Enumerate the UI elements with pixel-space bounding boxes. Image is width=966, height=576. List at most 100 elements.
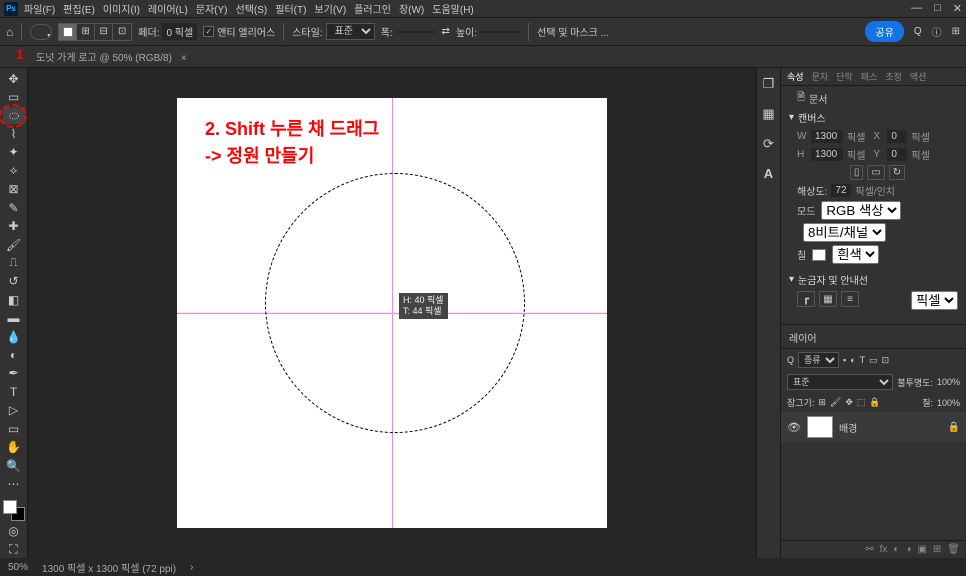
antialias-checkbox[interactable]: ✓ (203, 26, 214, 37)
wand-tool[interactable]: ✦ (3, 144, 25, 161)
opacity-value[interactable]: 100% (937, 377, 960, 387)
group-icon[interactable]: ▣ (917, 544, 926, 555)
marquee-tool[interactable]: ▭ (3, 88, 25, 105)
canvas-area[interactable]: H: 40 픽셀 T: 44 픽셀 2. Shift 누른 채 드래그 -> 정… (28, 68, 756, 558)
layer-name[interactable]: 배경 (839, 420, 857, 435)
dodge-tool[interactable]: ◐ (3, 346, 25, 363)
fill-select[interactable]: 흰색 (832, 245, 879, 264)
home-button[interactable]: ⌂ (6, 25, 13, 39)
screenmode-tool[interactable]: ⛶ (3, 540, 25, 557)
adj-layer-icon[interactable]: ◑ (905, 544, 911, 555)
y-value[interactable]: 0 (887, 148, 907, 161)
brush-tool[interactable]: 🖌 (3, 236, 25, 253)
rotate-icon[interactable]: ↻ (889, 165, 905, 180)
width-value[interactable]: 1300 (811, 130, 843, 143)
visibility-icon[interactable]: 👁 (787, 421, 801, 434)
pen-tool[interactable]: ✒ (3, 365, 25, 382)
filter-adj-icon[interactable]: ◐ (850, 355, 855, 365)
sel-new[interactable] (59, 24, 77, 40)
filter-kind-select[interactable]: 종류 (798, 352, 839, 368)
delete-icon[interactable]: 🗑 (947, 544, 960, 555)
layer-thumbnail[interactable] (807, 416, 833, 438)
lock-pixel-icon[interactable]: 🖌 (830, 397, 841, 408)
select-mask-button[interactable]: 선택 및 마스크 ... (537, 24, 609, 39)
link-icon[interactable]: ⚯ (865, 544, 873, 555)
style-select[interactable]: 표준 (326, 23, 375, 40)
stamp-tool[interactable]: ⎍ (3, 254, 25, 271)
quickmask-tool[interactable]: ◎ (3, 522, 25, 539)
crop-tool[interactable]: ⟡ (3, 162, 25, 179)
tab-close-icon[interactable]: × (181, 53, 187, 64)
menu-image[interactable]: 이미지(I) (103, 1, 140, 16)
workspace-icon[interactable]: ⊞ (952, 26, 960, 37)
character-panel-icon[interactable]: A (764, 166, 773, 181)
rulers-icon[interactable]: ┏ (797, 291, 815, 307)
filter-smart-icon[interactable]: ⊡ (882, 355, 890, 366)
lock-nest-icon[interactable]: ⬚ (857, 397, 866, 408)
layers-tab[interactable]: 레이어 (781, 327, 966, 349)
maximize-button[interactable]: □ (934, 2, 941, 15)
menu-select[interactable]: 선택(S) (236, 1, 268, 16)
bit-depth-select[interactable]: 8비트/채널 (803, 223, 886, 242)
lock-icon[interactable]: 🔒 (948, 422, 960, 433)
new-layer-icon[interactable]: ⊞ (933, 544, 941, 555)
height-value[interactable]: 1300 (811, 148, 843, 161)
minimize-button[interactable]: — (911, 2, 922, 15)
zoom-value[interactable]: 50% (8, 562, 28, 573)
document-tab[interactable]: 도넛 가게 로고 @ 50% (RGB/8) × (28, 46, 195, 67)
layer-row[interactable]: 👁 배경 🔒 (781, 412, 966, 442)
canvas[interactable]: H: 40 픽셀 T: 44 픽셀 2. Shift 누른 채 드래그 -> 정… (177, 98, 607, 528)
orient-portrait-icon[interactable]: ▯ (850, 165, 864, 180)
shape-tool[interactable]: ▭ (3, 420, 25, 437)
height-input[interactable] (480, 31, 520, 33)
filter-shape-icon[interactable]: ▭ (869, 355, 878, 366)
res-value[interactable]: 72 (831, 184, 851, 197)
eraser-tool[interactable]: ◧ (3, 291, 25, 308)
sel-add[interactable]: ⊞ (77, 24, 95, 40)
heal-tool[interactable]: ✚ (3, 217, 25, 234)
frame-tool[interactable]: ⊠ (3, 181, 25, 198)
doc-info[interactable]: 1300 픽셀 x 1300 픽셀 (72 ppi) (42, 560, 176, 575)
gradient-tool[interactable]: ▬ (3, 309, 25, 326)
fx-icon[interactable]: fx (880, 544, 888, 555)
color-panel-icon[interactable]: ❐ (763, 76, 775, 92)
type-tool[interactable]: T (3, 383, 25, 400)
sel-subtract[interactable]: ⊟ (95, 24, 113, 40)
menu-view[interactable]: 보기(V) (314, 1, 346, 16)
ruler-unit-select[interactable]: 픽셀 (911, 291, 958, 310)
hand-tool[interactable]: ✋ (3, 438, 25, 455)
color-swatches[interactable] (3, 500, 25, 521)
ellipse-marquee-tool[interactable] (3, 107, 25, 124)
tab-character[interactable]: 문자 (812, 70, 829, 83)
fg-swatch[interactable] (3, 500, 17, 514)
fill-opacity-value[interactable]: 100% (937, 398, 960, 408)
menu-file[interactable]: 파일(F) (24, 1, 55, 16)
width-input[interactable] (396, 31, 436, 33)
share-button[interactable]: 공유 (865, 21, 903, 42)
grid-icon[interactable]: ▦ (819, 291, 837, 307)
rulers-section-toggle[interactable]: ▾눈금자 및 안내선 (789, 272, 958, 287)
tool-preset-icon[interactable]: ▾ (30, 24, 52, 40)
swatches-panel-icon[interactable]: ▦ (762, 106, 774, 122)
menu-help[interactable]: 도움말(H) (432, 1, 473, 16)
fill-swatch[interactable] (812, 249, 826, 261)
help-icon[interactable]: ⓘ (932, 24, 942, 39)
menu-layer[interactable]: 레이어(L) (148, 1, 188, 16)
search-icon[interactable]: Q (914, 26, 922, 37)
blend-mode-select[interactable]: 표준 (787, 374, 893, 390)
edit-toolbar[interactable]: ⋯ (3, 475, 25, 492)
canvas-section-toggle[interactable]: ▾캔버스 (789, 110, 958, 125)
color-mode-select[interactable]: RGB 색상 (821, 201, 901, 220)
sel-intersect[interactable]: ⊡ (113, 24, 131, 40)
filter-pixel-icon[interactable]: ▪ (843, 355, 846, 365)
close-button[interactable]: ✕ (953, 2, 962, 15)
tab-actions[interactable]: 액션 (910, 70, 927, 83)
orient-landscape-icon[interactable]: ▭ (867, 165, 884, 180)
lock-all-icon[interactable]: 🔒 (869, 397, 880, 408)
menu-edit[interactable]: 편집(E) (63, 1, 95, 16)
tab-paths[interactable]: 패스 (861, 70, 878, 83)
menu-plugin[interactable]: 플러그인 (354, 1, 391, 16)
tab-properties[interactable]: 속성 (787, 70, 804, 83)
lasso-tool[interactable]: ⌇ (3, 125, 25, 142)
filter-icon[interactable]: Q (787, 355, 794, 365)
